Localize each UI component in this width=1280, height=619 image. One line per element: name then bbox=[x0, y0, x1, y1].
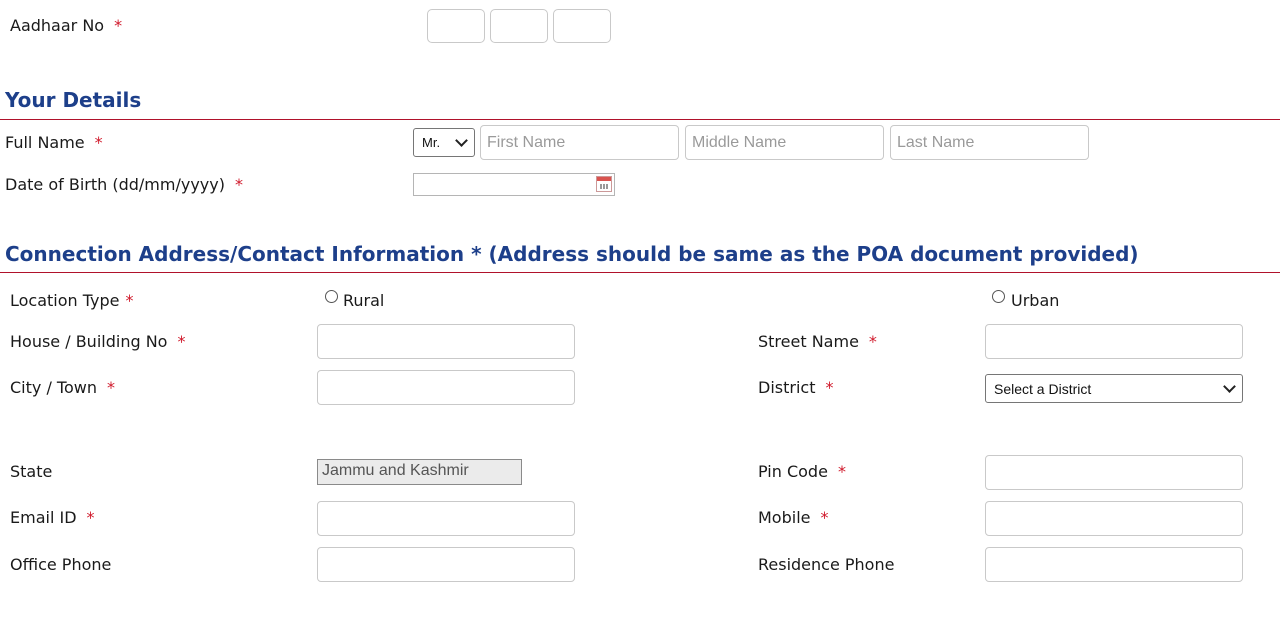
district-label: District * bbox=[758, 378, 833, 397]
city-town-input[interactable] bbox=[317, 370, 575, 405]
title-select[interactable]: Mr. bbox=[413, 128, 475, 157]
mobile-input[interactable] bbox=[985, 501, 1243, 536]
aadhaar-part-3-input[interactable] bbox=[553, 9, 611, 43]
email-label-text: Email ID bbox=[10, 508, 77, 527]
section-divider bbox=[0, 119, 1280, 120]
pin-code-label: Pin Code * bbox=[758, 462, 846, 481]
dob-label-text: Date of Birth (dd/mm/yyyy) bbox=[5, 175, 225, 194]
state-label-text: State bbox=[10, 462, 53, 481]
address-heading: Connection Address/Contact Information *… bbox=[5, 242, 1139, 266]
required-marker: * bbox=[94, 133, 103, 152]
state-field: Jammu and Kashmir bbox=[317, 459, 522, 485]
full-name-label-text: Full Name bbox=[5, 133, 85, 152]
rural-radio[interactable] bbox=[325, 290, 338, 303]
required-marker: * bbox=[868, 332, 877, 351]
required-marker: * bbox=[820, 508, 829, 527]
rural-label[interactable]: Rural bbox=[343, 291, 384, 310]
mobile-label: Mobile * bbox=[758, 508, 828, 527]
pin-code-input[interactable] bbox=[985, 455, 1243, 490]
required-marker: * bbox=[86, 508, 95, 527]
aadhaar-part-2-input[interactable] bbox=[490, 9, 548, 43]
district-select-value: Select a District bbox=[994, 380, 1092, 397]
mobile-label-text: Mobile bbox=[758, 508, 811, 527]
calendar-icon[interactable] bbox=[596, 176, 612, 192]
aadhaar-label: Aadhaar No * bbox=[10, 16, 122, 35]
urban-label[interactable]: Urban bbox=[1011, 291, 1059, 310]
dob-label: Date of Birth (dd/mm/yyyy) * bbox=[5, 175, 243, 194]
chevron-down-icon bbox=[1223, 380, 1236, 393]
email-input[interactable] bbox=[317, 501, 575, 536]
required-marker: * bbox=[825, 378, 834, 397]
city-label-text: City / Town bbox=[10, 378, 97, 397]
required-marker: * bbox=[837, 462, 846, 481]
residence-phone-input[interactable] bbox=[985, 547, 1243, 582]
required-marker: * bbox=[177, 332, 186, 351]
street-label: Street Name * bbox=[758, 332, 877, 351]
house-label-text: House / Building No bbox=[10, 332, 168, 351]
district-label-text: District bbox=[758, 378, 816, 397]
urban-radio[interactable] bbox=[992, 290, 1005, 303]
full-name-label: Full Name * bbox=[5, 133, 103, 152]
office-phone-input[interactable] bbox=[317, 547, 575, 582]
dob-input[interactable] bbox=[413, 173, 615, 196]
aadhaar-label-text: Aadhaar No bbox=[10, 16, 105, 35]
city-label: City / Town * bbox=[10, 378, 115, 397]
house-building-input[interactable] bbox=[317, 324, 575, 359]
last-name-input[interactable] bbox=[890, 125, 1089, 160]
street-label-text: Street Name bbox=[758, 332, 859, 351]
aadhaar-part-1-input[interactable] bbox=[427, 9, 485, 43]
state-label: State bbox=[10, 462, 52, 481]
residence-phone-label: Residence Phone bbox=[758, 555, 894, 574]
location-type-label: Location Type * bbox=[10, 291, 134, 310]
section-divider bbox=[0, 272, 1280, 273]
office-phone-label: Office Phone bbox=[10, 555, 111, 574]
required-marker: * bbox=[107, 378, 115, 397]
your-details-heading: Your Details bbox=[5, 88, 142, 112]
required-marker: * bbox=[234, 175, 243, 194]
residence-phone-label-text: Residence Phone bbox=[758, 555, 895, 574]
street-name-input[interactable] bbox=[985, 324, 1243, 359]
house-label: House / Building No * bbox=[10, 332, 185, 351]
middle-name-input[interactable] bbox=[685, 125, 884, 160]
required-marker: * bbox=[114, 16, 123, 35]
office-phone-label-text: Office Phone bbox=[10, 555, 112, 574]
chevron-down-icon bbox=[455, 134, 468, 147]
title-select-value: Mr. bbox=[422, 135, 441, 150]
district-select[interactable]: Select a District bbox=[985, 374, 1243, 403]
required-marker: * bbox=[125, 291, 134, 310]
first-name-input[interactable] bbox=[480, 125, 679, 160]
email-label: Email ID * bbox=[10, 508, 95, 527]
pin-code-label-text: Pin Code bbox=[758, 462, 828, 481]
location-type-label-text: Location Type bbox=[10, 291, 120, 310]
